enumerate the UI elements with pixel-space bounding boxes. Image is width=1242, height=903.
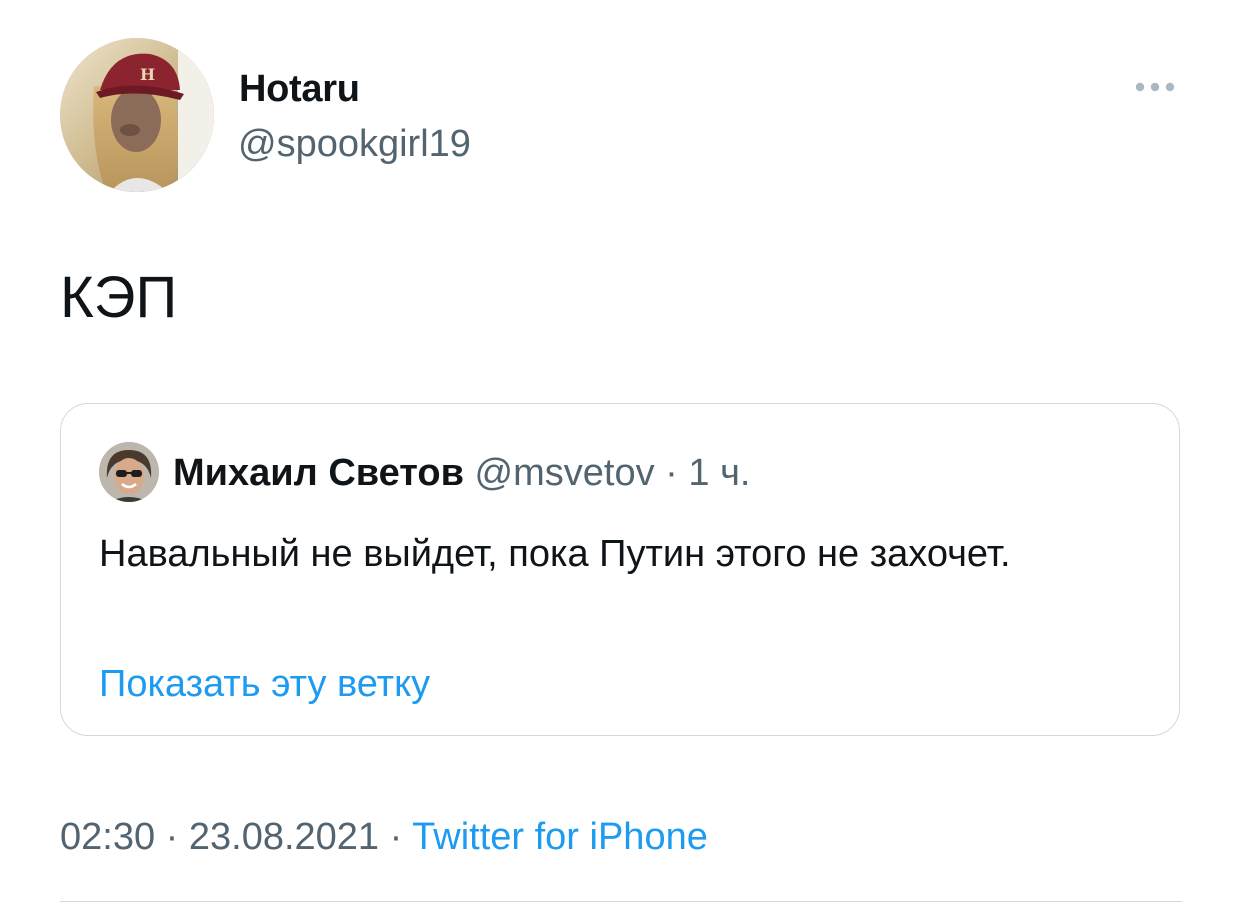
- show-thread-link[interactable]: Показать эту ветку: [99, 661, 430, 707]
- bottom-divider: [60, 901, 1182, 902]
- tweet-meta: 02:30 · 23.08.2021 · Twitter for iPhone: [60, 814, 708, 860]
- quoted-tweet-header: Михаил Светов @msvetov · 1 ч.: [173, 450, 750, 496]
- svg-text:H: H: [140, 65, 155, 84]
- quoted-author-name[interactable]: Михаил Светов: [173, 452, 464, 494]
- quoted-tweet-card[interactable]: Михаил Светов @msvetov · 1 ч. Навальный …: [60, 403, 1180, 736]
- quoted-header-separator: ·: [654, 452, 689, 494]
- quoted-tweet-time[interactable]: 1 ч.: [688, 452, 750, 494]
- tweet-text: КЭП: [60, 265, 178, 330]
- tweet-date[interactable]: 23.08.2021: [189, 816, 379, 858]
- more-horizontal-icon: [1135, 82, 1175, 92]
- author-avatar[interactable]: H: [60, 38, 214, 192]
- meta-separator: ·: [155, 816, 189, 858]
- more-options-button[interactable]: [1128, 72, 1182, 102]
- quoted-tweet-text: Навальный не выйдет, пока Путин этого не…: [99, 533, 1011, 575]
- quoted-author-handle[interactable]: @msvetov: [475, 452, 655, 494]
- author-display-name[interactable]: Hotaru: [239, 66, 360, 112]
- meta-separator: ·: [379, 816, 413, 858]
- tweet-time[interactable]: 02:30: [60, 816, 155, 858]
- tweet-source-link[interactable]: Twitter for iPhone: [412, 816, 708, 858]
- author-handle[interactable]: @spookgirl19: [238, 121, 471, 167]
- quoted-author-avatar[interactable]: [99, 442, 159, 502]
